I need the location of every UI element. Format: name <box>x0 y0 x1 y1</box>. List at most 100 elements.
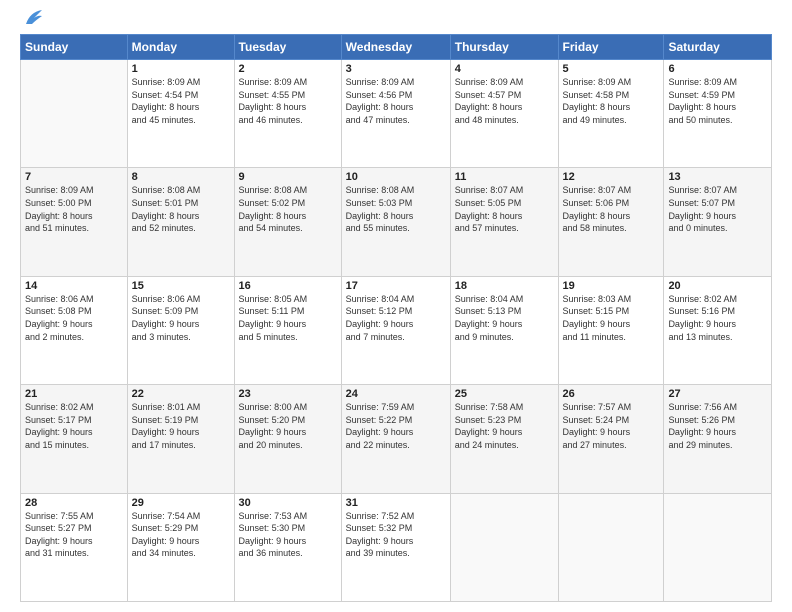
day-number: 2 <box>239 63 337 75</box>
calendar-cell: 23Sunrise: 8:00 AM Sunset: 5:20 PM Dayli… <box>234 385 341 493</box>
day-info: Sunrise: 8:06 AM Sunset: 5:08 PM Dayligh… <box>25 293 123 343</box>
day-info: Sunrise: 7:55 AM Sunset: 5:27 PM Dayligh… <box>25 510 123 560</box>
day-info: Sunrise: 8:07 AM Sunset: 5:06 PM Dayligh… <box>563 184 660 234</box>
day-number: 26 <box>563 388 660 400</box>
calendar-cell: 7Sunrise: 8:09 AM Sunset: 5:00 PM Daylig… <box>21 168 128 276</box>
day-number: 10 <box>346 171 446 183</box>
day-number: 14 <box>25 280 123 292</box>
day-number: 27 <box>668 388 767 400</box>
calendar-cell: 4Sunrise: 8:09 AM Sunset: 4:57 PM Daylig… <box>450 60 558 168</box>
day-info: Sunrise: 8:09 AM Sunset: 4:58 PM Dayligh… <box>563 76 660 126</box>
day-info: Sunrise: 8:08 AM Sunset: 5:01 PM Dayligh… <box>132 184 230 234</box>
calendar-cell: 3Sunrise: 8:09 AM Sunset: 4:56 PM Daylig… <box>341 60 450 168</box>
calendar-cell: 25Sunrise: 7:58 AM Sunset: 5:23 PM Dayli… <box>450 385 558 493</box>
calendar-cell: 13Sunrise: 8:07 AM Sunset: 5:07 PM Dayli… <box>664 168 772 276</box>
day-header-tuesday: Tuesday <box>234 35 341 60</box>
header <box>20 16 772 24</box>
day-info: Sunrise: 7:52 AM Sunset: 5:32 PM Dayligh… <box>346 510 446 560</box>
calendar-cell: 1Sunrise: 8:09 AM Sunset: 4:54 PM Daylig… <box>127 60 234 168</box>
calendar-cell: 10Sunrise: 8:08 AM Sunset: 5:03 PM Dayli… <box>341 168 450 276</box>
day-info: Sunrise: 8:04 AM Sunset: 5:12 PM Dayligh… <box>346 293 446 343</box>
calendar-cell: 5Sunrise: 8:09 AM Sunset: 4:58 PM Daylig… <box>558 60 664 168</box>
day-header-wednesday: Wednesday <box>341 35 450 60</box>
calendar-cell: 14Sunrise: 8:06 AM Sunset: 5:08 PM Dayli… <box>21 276 128 384</box>
day-info: Sunrise: 8:09 AM Sunset: 4:56 PM Dayligh… <box>346 76 446 126</box>
calendar-cell: 20Sunrise: 8:02 AM Sunset: 5:16 PM Dayli… <box>664 276 772 384</box>
logo <box>20 16 44 24</box>
logo-icon <box>22 10 44 28</box>
calendar-cell: 9Sunrise: 8:08 AM Sunset: 5:02 PM Daylig… <box>234 168 341 276</box>
week-row-4: 21Sunrise: 8:02 AM Sunset: 5:17 PM Dayli… <box>21 385 772 493</box>
day-info: Sunrise: 7:53 AM Sunset: 5:30 PM Dayligh… <box>239 510 337 560</box>
day-number: 12 <box>563 171 660 183</box>
calendar-cell: 12Sunrise: 8:07 AM Sunset: 5:06 PM Dayli… <box>558 168 664 276</box>
calendar-cell: 11Sunrise: 8:07 AM Sunset: 5:05 PM Dayli… <box>450 168 558 276</box>
calendar-cell <box>21 60 128 168</box>
week-row-1: 1Sunrise: 8:09 AM Sunset: 4:54 PM Daylig… <box>21 60 772 168</box>
day-info: Sunrise: 8:07 AM Sunset: 5:07 PM Dayligh… <box>668 184 767 234</box>
day-info: Sunrise: 7:59 AM Sunset: 5:22 PM Dayligh… <box>346 401 446 451</box>
day-number: 24 <box>346 388 446 400</box>
calendar-cell: 16Sunrise: 8:05 AM Sunset: 5:11 PM Dayli… <box>234 276 341 384</box>
day-info: Sunrise: 8:09 AM Sunset: 4:54 PM Dayligh… <box>132 76 230 126</box>
day-info: Sunrise: 8:09 AM Sunset: 4:59 PM Dayligh… <box>668 76 767 126</box>
calendar-cell: 28Sunrise: 7:55 AM Sunset: 5:27 PM Dayli… <box>21 493 128 601</box>
calendar-cell <box>558 493 664 601</box>
calendar-cell: 27Sunrise: 7:56 AM Sunset: 5:26 PM Dayli… <box>664 385 772 493</box>
calendar-cell: 26Sunrise: 7:57 AM Sunset: 5:24 PM Dayli… <box>558 385 664 493</box>
day-info: Sunrise: 8:09 AM Sunset: 4:57 PM Dayligh… <box>455 76 554 126</box>
day-info: Sunrise: 8:02 AM Sunset: 5:17 PM Dayligh… <box>25 401 123 451</box>
day-header-sunday: Sunday <box>21 35 128 60</box>
calendar-table: SundayMondayTuesdayWednesdayThursdayFrid… <box>20 34 772 602</box>
day-number: 11 <box>455 171 554 183</box>
day-number: 23 <box>239 388 337 400</box>
day-info: Sunrise: 8:05 AM Sunset: 5:11 PM Dayligh… <box>239 293 337 343</box>
day-info: Sunrise: 8:01 AM Sunset: 5:19 PM Dayligh… <box>132 401 230 451</box>
calendar-cell: 2Sunrise: 8:09 AM Sunset: 4:55 PM Daylig… <box>234 60 341 168</box>
day-number: 3 <box>346 63 446 75</box>
day-number: 16 <box>239 280 337 292</box>
calendar-cell: 17Sunrise: 8:04 AM Sunset: 5:12 PM Dayli… <box>341 276 450 384</box>
day-number: 29 <box>132 497 230 509</box>
day-info: Sunrise: 8:08 AM Sunset: 5:03 PM Dayligh… <box>346 184 446 234</box>
day-number: 4 <box>455 63 554 75</box>
day-number: 13 <box>668 171 767 183</box>
calendar-cell: 29Sunrise: 7:54 AM Sunset: 5:29 PM Dayli… <box>127 493 234 601</box>
day-info: Sunrise: 8:08 AM Sunset: 5:02 PM Dayligh… <box>239 184 337 234</box>
week-row-3: 14Sunrise: 8:06 AM Sunset: 5:08 PM Dayli… <box>21 276 772 384</box>
calendar-cell: 19Sunrise: 8:03 AM Sunset: 5:15 PM Dayli… <box>558 276 664 384</box>
day-number: 19 <box>563 280 660 292</box>
calendar-cell: 8Sunrise: 8:08 AM Sunset: 5:01 PM Daylig… <box>127 168 234 276</box>
day-header-saturday: Saturday <box>664 35 772 60</box>
day-info: Sunrise: 8:09 AM Sunset: 5:00 PM Dayligh… <box>25 184 123 234</box>
calendar-cell: 24Sunrise: 7:59 AM Sunset: 5:22 PM Dayli… <box>341 385 450 493</box>
calendar-cell: 21Sunrise: 8:02 AM Sunset: 5:17 PM Dayli… <box>21 385 128 493</box>
day-info: Sunrise: 8:09 AM Sunset: 4:55 PM Dayligh… <box>239 76 337 126</box>
day-number: 5 <box>563 63 660 75</box>
calendar-cell: 30Sunrise: 7:53 AM Sunset: 5:30 PM Dayli… <box>234 493 341 601</box>
calendar-header-row: SundayMondayTuesdayWednesdayThursdayFrid… <box>21 35 772 60</box>
day-info: Sunrise: 8:06 AM Sunset: 5:09 PM Dayligh… <box>132 293 230 343</box>
day-number: 9 <box>239 171 337 183</box>
day-number: 17 <box>346 280 446 292</box>
week-row-2: 7Sunrise: 8:09 AM Sunset: 5:00 PM Daylig… <box>21 168 772 276</box>
day-number: 1 <box>132 63 230 75</box>
day-number: 21 <box>25 388 123 400</box>
calendar-cell: 6Sunrise: 8:09 AM Sunset: 4:59 PM Daylig… <box>664 60 772 168</box>
day-number: 7 <box>25 171 123 183</box>
day-info: Sunrise: 8:04 AM Sunset: 5:13 PM Dayligh… <box>455 293 554 343</box>
day-header-friday: Friday <box>558 35 664 60</box>
day-info: Sunrise: 8:07 AM Sunset: 5:05 PM Dayligh… <box>455 184 554 234</box>
page: SundayMondayTuesdayWednesdayThursdayFrid… <box>0 0 792 612</box>
week-row-5: 28Sunrise: 7:55 AM Sunset: 5:27 PM Dayli… <box>21 493 772 601</box>
day-number: 15 <box>132 280 230 292</box>
day-info: Sunrise: 8:00 AM Sunset: 5:20 PM Dayligh… <box>239 401 337 451</box>
day-number: 18 <box>455 280 554 292</box>
day-info: Sunrise: 7:54 AM Sunset: 5:29 PM Dayligh… <box>132 510 230 560</box>
calendar-cell: 15Sunrise: 8:06 AM Sunset: 5:09 PM Dayli… <box>127 276 234 384</box>
day-header-thursday: Thursday <box>450 35 558 60</box>
day-info: Sunrise: 8:02 AM Sunset: 5:16 PM Dayligh… <box>668 293 767 343</box>
calendar-cell <box>450 493 558 601</box>
day-number: 30 <box>239 497 337 509</box>
calendar-cell: 31Sunrise: 7:52 AM Sunset: 5:32 PM Dayli… <box>341 493 450 601</box>
